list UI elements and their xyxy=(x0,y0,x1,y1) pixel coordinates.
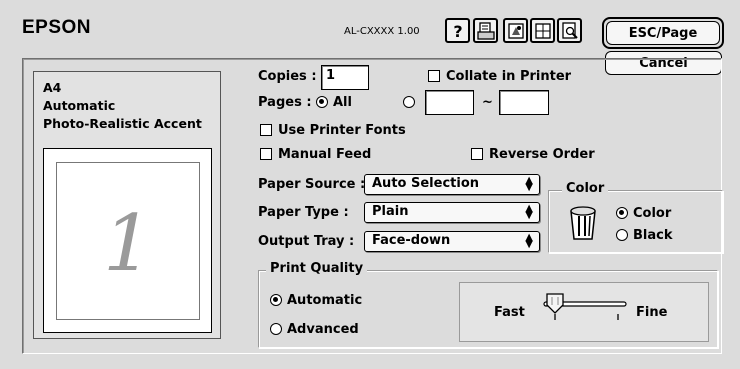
preview-page-number: 1 xyxy=(103,199,153,289)
utility-icon[interactable] xyxy=(503,18,528,43)
use-printer-fonts-checkbox[interactable]: Use Printer Fonts xyxy=(260,123,406,138)
print-setup-icon[interactable] xyxy=(473,18,498,43)
manual-feed-label: Manual Feed xyxy=(278,147,372,162)
pages-to-field[interactable] xyxy=(499,90,549,115)
slider-fast-label: Fast xyxy=(494,305,525,320)
pages-all-radio[interactable]: All xyxy=(316,95,352,110)
reverse-order-label: Reverse Order xyxy=(489,147,595,162)
color-radio-circle[interactable] xyxy=(616,207,628,219)
paper-type-popup[interactable]: Plain ▲ ▼ xyxy=(364,202,540,223)
copies-label: Copies : xyxy=(258,69,317,84)
manual-feed-checkbox[interactable]: Manual Feed xyxy=(260,147,371,162)
popup-arrows-icon: ▲ ▼ xyxy=(525,203,533,221)
copies-field[interactable]: 1 xyxy=(321,65,369,90)
output-tray-value: Face-down xyxy=(372,233,451,248)
svg-text:?: ? xyxy=(453,22,462,40)
reverse-order-checkbox[interactable]: Reverse Order xyxy=(471,147,595,162)
use-printer-fonts-label: Use Printer Fonts xyxy=(278,123,406,138)
ink-cartridge-icon xyxy=(568,205,598,245)
paper-source-value: Auto Selection xyxy=(372,176,480,191)
esc-page-button-frame: ESC/Page xyxy=(602,17,724,49)
summary-mode: Automatic xyxy=(43,98,116,113)
output-tray-label: Output Tray : xyxy=(258,234,355,249)
brand-logo: EPSON xyxy=(22,17,92,38)
quality-automatic-label: Automatic xyxy=(287,293,363,308)
collate-label: Collate in Printer xyxy=(446,69,572,84)
page-preview: 1 xyxy=(43,148,212,333)
layout-icon[interactable] xyxy=(530,18,555,43)
popup-arrows-icon: ▲ ▼ xyxy=(525,232,533,250)
slider-fine-label: Fine xyxy=(636,305,668,320)
use-printer-fonts-check-box[interactable] xyxy=(260,124,272,136)
black-option-label: Black xyxy=(633,228,673,243)
color-option-color[interactable]: Color xyxy=(616,206,671,221)
output-tray-popup[interactable]: Face-down ▲ ▼ xyxy=(364,231,540,252)
color-option-label: Color xyxy=(633,206,672,221)
summary-paper-size: A4 xyxy=(43,80,62,95)
paper-type-value: Plain xyxy=(372,204,409,219)
summary-setting: Photo-Realistic Accent xyxy=(43,116,202,131)
quality-automatic-radio-circle[interactable] xyxy=(270,294,282,306)
esc-page-button[interactable]: ESC/Page xyxy=(606,21,720,45)
pages-range-radio[interactable] xyxy=(403,95,420,110)
pages-all-label: All xyxy=(333,95,352,110)
pages-all-radio-circle[interactable] xyxy=(316,96,328,108)
paper-type-label: Paper Type : xyxy=(258,205,349,220)
quality-advanced-radio[interactable]: Advanced xyxy=(270,322,359,337)
reverse-order-check-box[interactable] xyxy=(471,148,483,160)
help-icon[interactable]: ? xyxy=(445,18,470,43)
quality-advanced-label: Advanced xyxy=(287,322,359,337)
paper-source-popup[interactable]: Auto Selection ▲ ▼ xyxy=(364,174,540,195)
collate-check-box[interactable] xyxy=(428,70,440,82)
settings-summary: A4 Automatic Photo-Realistic Accent 1 xyxy=(33,71,221,339)
pages-range-separator: ~ xyxy=(482,95,493,110)
slider-thumb[interactable] xyxy=(546,293,564,319)
collate-checkbox[interactable]: Collate in Printer xyxy=(428,69,571,84)
paper-source-label: Paper Source : xyxy=(258,177,366,192)
popup-arrows-icon: ▲ ▼ xyxy=(525,175,533,193)
color-group-title: Color xyxy=(562,181,609,196)
quality-advanced-radio-circle[interactable] xyxy=(270,323,282,335)
manual-feed-check-box[interactable] xyxy=(260,148,272,160)
black-radio-circle[interactable] xyxy=(616,229,628,241)
quality-automatic-radio[interactable]: Automatic xyxy=(270,293,362,308)
pages-range-radio-circle[interactable] xyxy=(403,96,415,108)
preview-icon[interactable] xyxy=(557,18,582,43)
pages-from-field[interactable] xyxy=(425,90,474,115)
printer-model: AL-CXXXX 1.00 xyxy=(344,26,420,37)
pages-label: Pages : xyxy=(258,95,312,110)
color-option-black[interactable]: Black xyxy=(616,228,673,243)
print-quality-group-title: Print Quality xyxy=(266,261,368,276)
preview-sheet: 1 xyxy=(56,162,200,320)
